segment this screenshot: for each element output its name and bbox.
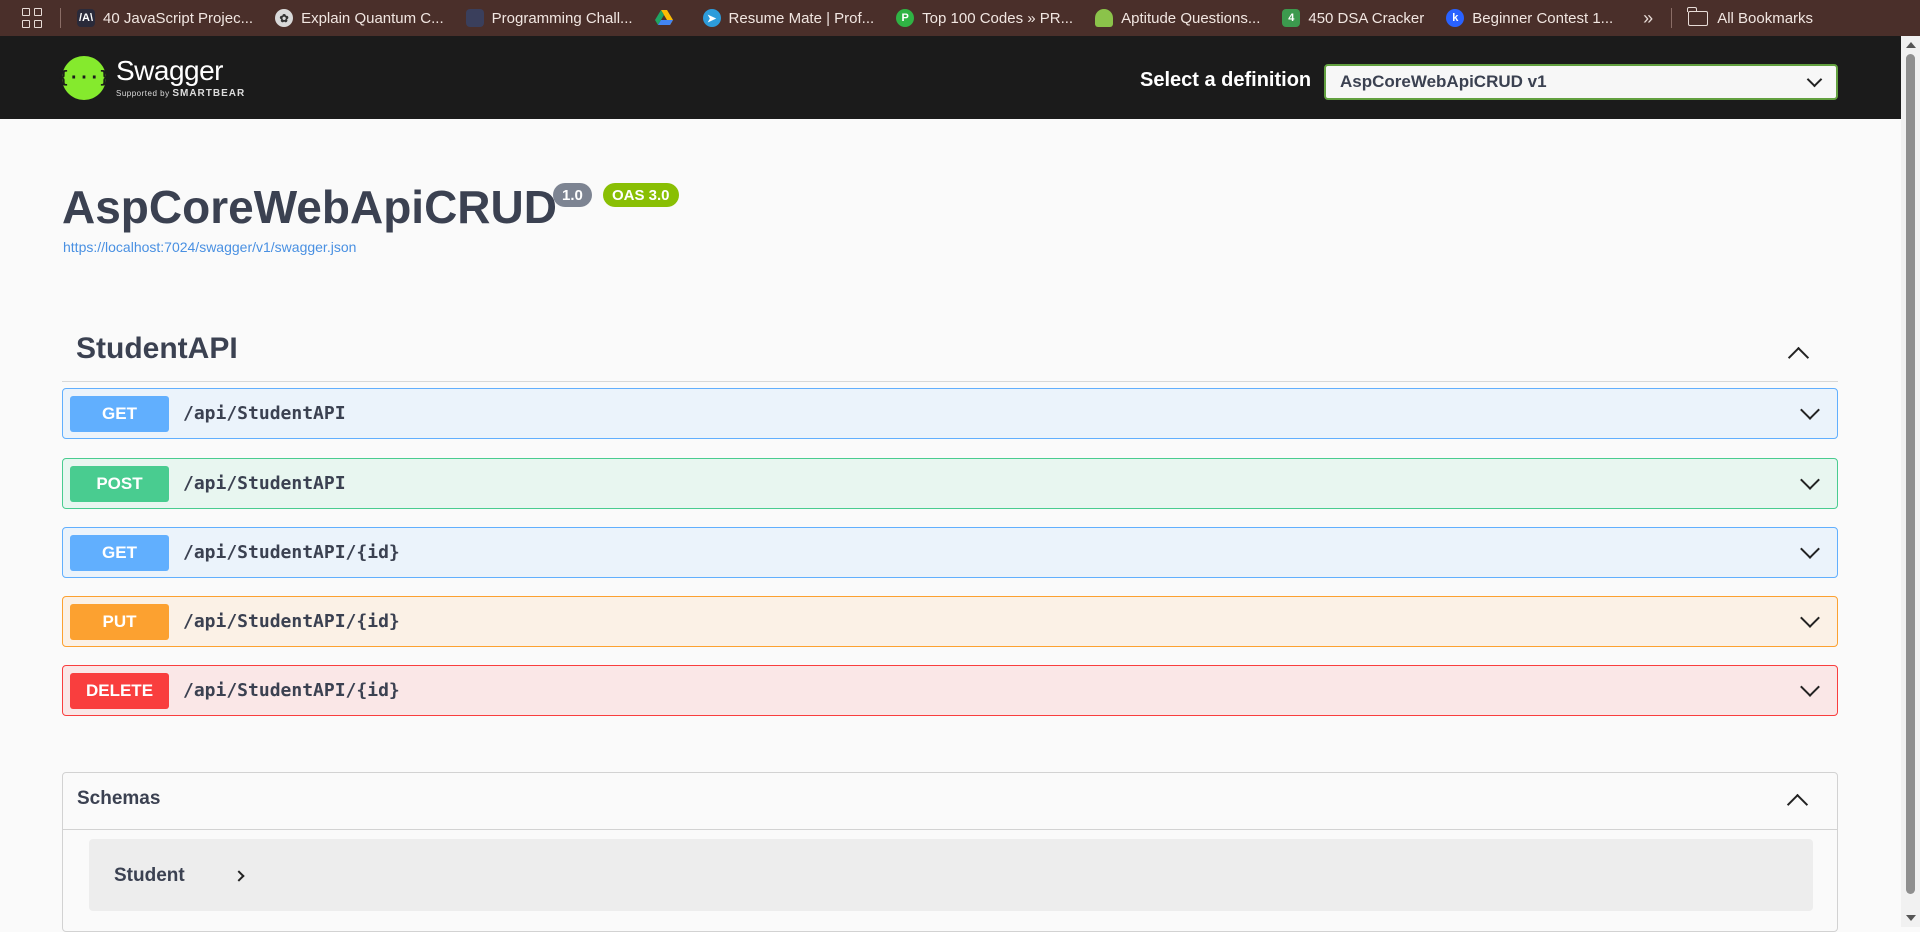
version-badge: 1.0 — [553, 183, 592, 207]
operation-delete-student[interactable]: DELETE /api/StudentAPI/{id} — [62, 665, 1838, 716]
tag-title: StudentAPI — [76, 332, 238, 365]
bookmark-item[interactable]: Aptitude Questions... — [1095, 9, 1260, 27]
google-drive-icon — [654, 9, 673, 27]
bookmark-label: 450 DSA Cracker — [1308, 9, 1425, 27]
bookmark-item[interactable]: ➤ Resume Mate | Prof... — [702, 9, 875, 27]
bookmark-item[interactable]: 4 450 DSA Cracker — [1282, 9, 1424, 27]
operation-get-student-by-id[interactable]: GET /api/StudentAPI/{id} — [62, 527, 1838, 578]
operation-path: /api/StudentAPI/{id} — [183, 611, 400, 632]
logo-subtitle: Supported by SMARTBEAR — [116, 88, 246, 99]
model-student[interactable]: Student — [89, 839, 1813, 911]
tag-section-header[interactable]: StudentAPI — [62, 322, 1838, 382]
swagger-topbar: {···} Swagger Supported by SMARTBEAR Sel… — [0, 36, 1901, 119]
bookmark-label: 40 JavaScript Projec... — [103, 9, 254, 27]
scroll-up-arrow-icon[interactable] — [1906, 42, 1916, 48]
chevron-down-icon[interactable] — [1800, 608, 1820, 628]
method-badge: GET — [70, 534, 169, 571]
bookmark-label: Resume Mate | Prof... — [728, 9, 875, 27]
schemas-header[interactable]: Schemas — [63, 773, 1837, 830]
logo-name: Swagger — [116, 55, 224, 86]
bookmark-item[interactable]: Programming Chall... — [465, 9, 633, 27]
chevron-down-icon — [1806, 71, 1823, 88]
chevron-down-icon[interactable] — [1800, 470, 1820, 490]
bookmarks-divider — [1671, 8, 1673, 28]
operation-path: /api/StudentAPI — [183, 473, 346, 494]
chevron-right-icon[interactable] — [233, 870, 245, 882]
bookmarks-bar: /A\ 40 JavaScript Projec... ✿ Explain Qu… — [0, 0, 1920, 36]
method-badge: GET — [70, 395, 169, 432]
page-scrollbar[interactable] — [1901, 36, 1920, 927]
bookmark-label: Top 100 Codes » PR... — [922, 9, 1074, 27]
chevron-up-icon[interactable] — [1786, 793, 1809, 816]
bookmarks-divider — [60, 8, 61, 28]
chevron-down-icon[interactable] — [1800, 677, 1820, 697]
bird-icon: ➤ — [702, 9, 721, 27]
definition-label: Select a definition — [1140, 69, 1312, 91]
mushroom-icon — [1095, 9, 1114, 27]
chevron-up-icon[interactable] — [1787, 346, 1810, 369]
spec-url-link[interactable]: https://localhost:7024/swagger/v1/swagge… — [63, 239, 356, 255]
method-badge: PUT — [70, 603, 169, 640]
apps-grid-icon[interactable] — [22, 8, 42, 28]
all-bookmarks-button[interactable]: All Bookmarks — [1687, 6, 1814, 27]
bookmark-item[interactable]: ✿ Explain Quantum C... — [275, 9, 444, 27]
model-name: Student — [114, 865, 185, 886]
swagger-logo[interactable]: {···} Swagger Supported by SMARTBEAR — [58, 55, 246, 100]
operation-get-students[interactable]: GET /api/StudentAPI — [62, 388, 1838, 439]
method-badge: DELETE — [70, 672, 169, 709]
bookmark-item[interactable]: k Beginner Contest 1... — [1446, 9, 1613, 27]
bookmark-item[interactable] — [654, 9, 681, 27]
operation-path: /api/StudentAPI/{id} — [183, 680, 400, 701]
schemas-section: Schemas Student — [62, 772, 1838, 932]
swagger-logo-icon: {···} — [58, 56, 110, 100]
method-badge: POST — [70, 465, 169, 502]
operation-put-student[interactable]: PUT /api/StudentAPI/{id} — [62, 596, 1838, 647]
scroll-thumb[interactable] — [1906, 54, 1915, 894]
doc-icon — [465, 9, 484, 27]
operation-post-student[interactable]: POST /api/StudentAPI — [62, 458, 1838, 509]
bookmark-label: Aptitude Questions... — [1121, 9, 1261, 27]
operation-path: /api/StudentAPI/{id} — [183, 542, 400, 563]
code-icon: /A\ — [77, 9, 95, 27]
four-icon: 4 — [1282, 9, 1301, 27]
scroll-down-arrow-icon[interactable] — [1906, 915, 1916, 921]
definition-select[interactable]: AspCoreWebApiCRUD v1 — [1324, 64, 1838, 100]
bookmark-item[interactable]: P Top 100 Codes » PR... — [896, 9, 1073, 27]
chevron-down-icon[interactable] — [1800, 539, 1820, 559]
bookmark-label: Explain Quantum C... — [301, 9, 444, 27]
bookmarks-overflow-button[interactable]: » — [1643, 8, 1653, 29]
shield-icon: P — [896, 9, 915, 27]
schemas-title: Schemas — [77, 788, 161, 809]
chevron-down-icon[interactable] — [1800, 400, 1820, 420]
codechef-icon: k — [1446, 9, 1465, 27]
all-bookmarks-label: All Bookmarks — [1717, 9, 1814, 27]
oas-badge: OAS 3.0 — [603, 183, 679, 207]
definition-selected-value: AspCoreWebApiCRUD v1 — [1340, 72, 1547, 91]
api-title: AspCoreWebApiCRUD — [62, 181, 557, 233]
bookmark-label: Programming Chall... — [491, 9, 633, 27]
folder-icon — [1687, 6, 1709, 26]
operation-path: /api/StudentAPI — [183, 403, 346, 424]
bookmark-item[interactable]: /A\ 40 JavaScript Projec... — [77, 9, 253, 27]
chatgpt-icon: ✿ — [275, 9, 294, 27]
bookmark-label: Beginner Contest 1... — [1472, 9, 1614, 27]
